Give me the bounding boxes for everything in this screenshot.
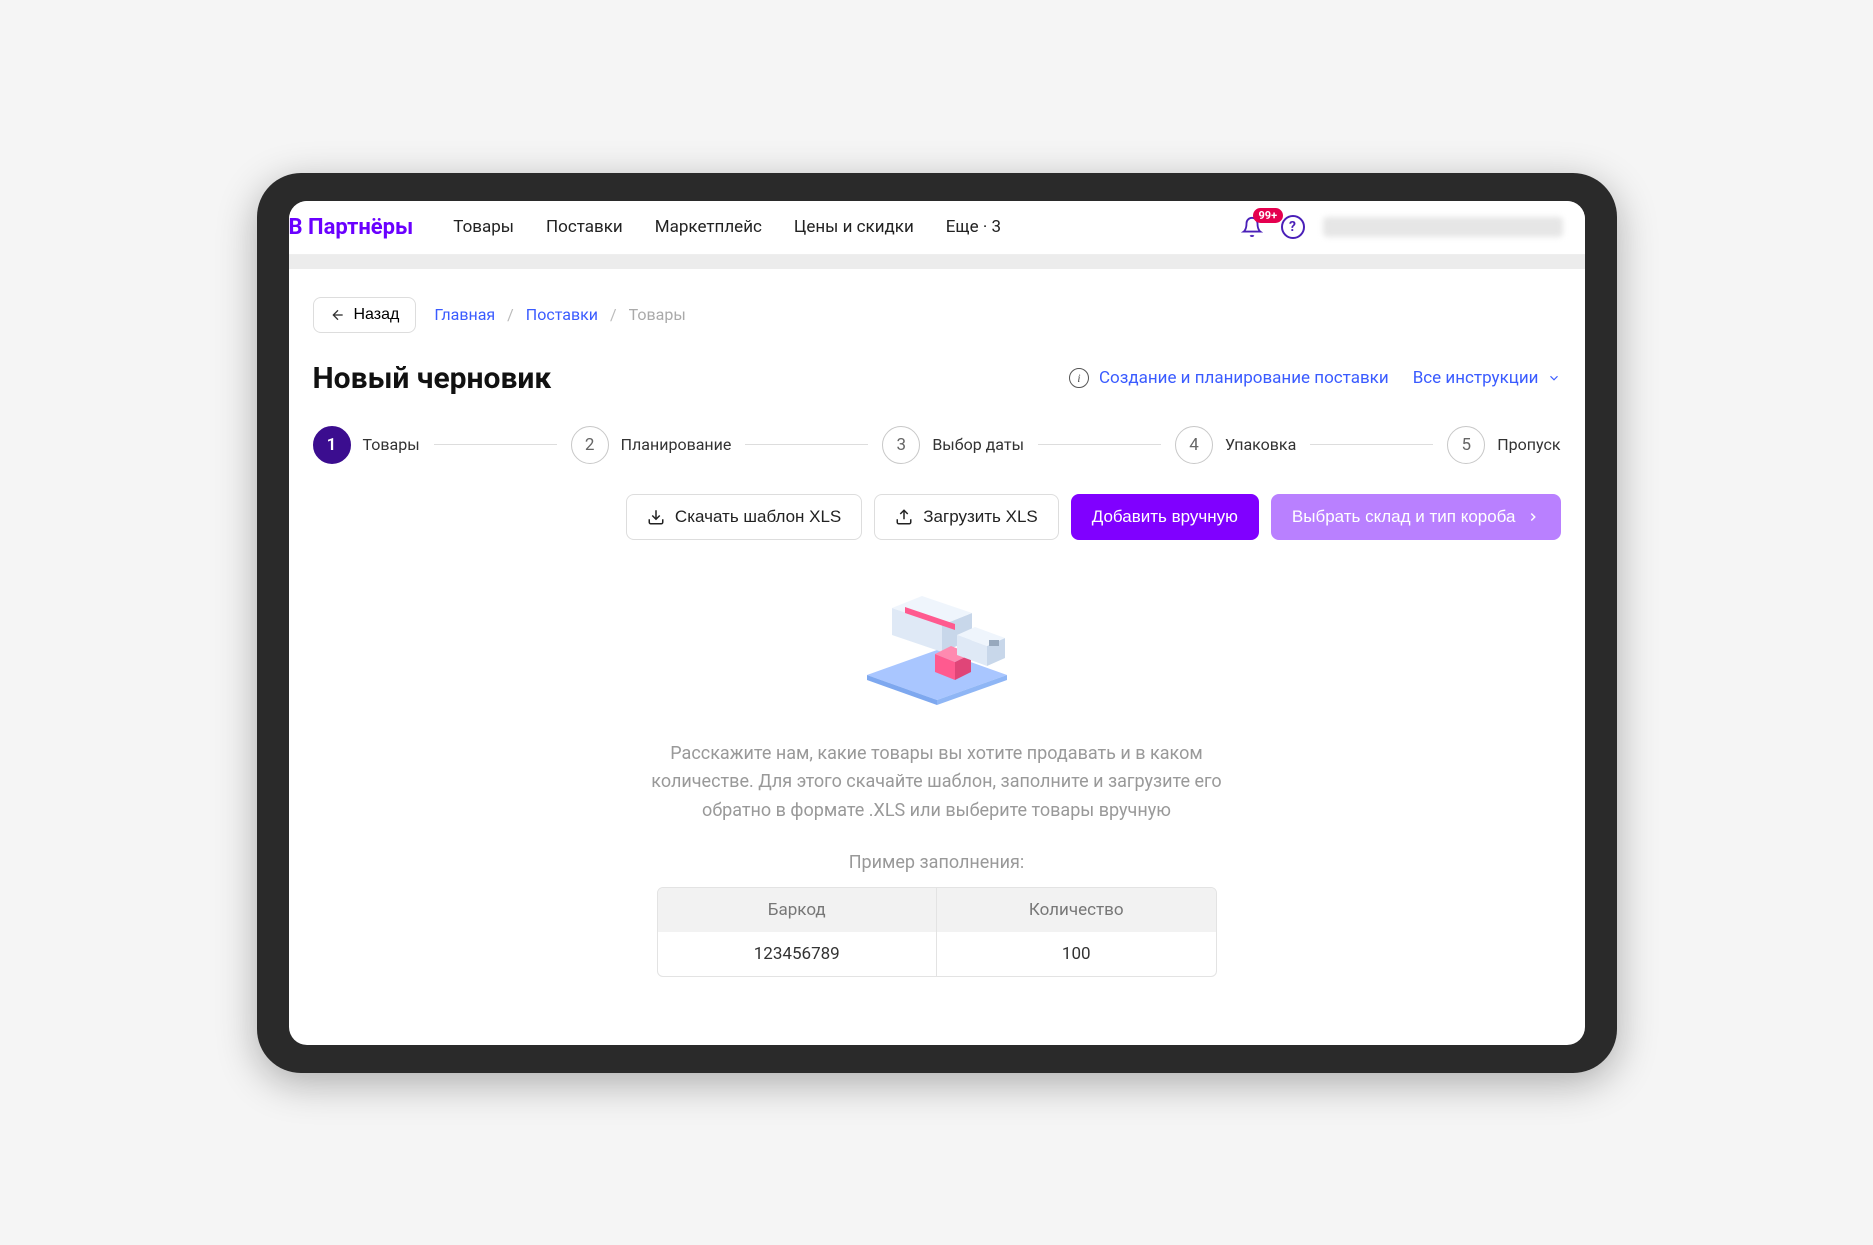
- th-quantity: Количество: [936, 888, 1216, 932]
- nav-item-supplies[interactable]: Поставки: [546, 217, 623, 237]
- back-button[interactable]: Назад: [313, 297, 417, 333]
- help-button[interactable]: ?: [1281, 215, 1305, 239]
- choose-warehouse-label: Выбрать склад и тип короба: [1292, 507, 1516, 527]
- step-connector: [1310, 444, 1433, 445]
- empty-description: Расскажите нам, какие товары вы хотите п…: [627, 740, 1247, 826]
- upload-icon: [895, 508, 913, 526]
- notifications-button[interactable]: 99+: [1241, 216, 1263, 238]
- upload-xls-button[interactable]: Загрузить XLS: [874, 494, 1058, 540]
- th-barcode: Баркод: [658, 888, 937, 932]
- tablet-frame: В Партнёры Товары Поставки Маркетплейс Ц…: [257, 173, 1617, 1073]
- page-title: Новый черновик: [313, 361, 552, 396]
- choose-warehouse-button[interactable]: Выбрать склад и тип короба: [1271, 494, 1561, 540]
- crumb-current: Товары: [629, 305, 686, 324]
- chevron-down-icon: [1547, 371, 1561, 385]
- step-label: Выбор даты: [932, 435, 1024, 454]
- action-row: Скачать шаблон XLS Загрузить XLS Добавит…: [313, 494, 1561, 540]
- table-row: 123456789 100: [658, 932, 1216, 976]
- download-template-label: Скачать шаблон XLS: [675, 507, 841, 527]
- screen: В Партнёры Товары Поставки Маркетплейс Ц…: [289, 201, 1585, 1045]
- title-row: Новый черновик i Создание и планирование…: [313, 361, 1561, 396]
- step-2[interactable]: 2 Планирование: [571, 426, 732, 464]
- crumb-home[interactable]: Главная: [434, 305, 495, 324]
- td-quantity: 100: [936, 932, 1216, 976]
- step-5[interactable]: 5 Пропуск: [1447, 426, 1560, 464]
- info-link: Создание и планирование поставки: [1099, 368, 1389, 388]
- all-instructions-label: Все инструкции: [1413, 368, 1539, 388]
- step-circle: 4: [1175, 426, 1213, 464]
- user-menu[interactable]: [1323, 217, 1563, 237]
- topbar-right: 99+ ?: [1241, 215, 1563, 239]
- add-manual-label: Добавить вручную: [1092, 507, 1238, 527]
- step-3[interactable]: 3 Выбор даты: [882, 426, 1024, 464]
- add-manual-button[interactable]: Добавить вручную: [1071, 494, 1259, 540]
- step-label: Упаковка: [1225, 435, 1296, 454]
- step-circle: 2: [571, 426, 609, 464]
- step-circle: 3: [882, 426, 920, 464]
- breadcrumb: Главная / Поставки / Товары: [434, 305, 685, 324]
- step-label: Товары: [363, 435, 420, 454]
- nav-item-goods[interactable]: Товары: [453, 217, 514, 237]
- table-header-row: Баркод Количество: [658, 888, 1216, 932]
- all-instructions-link[interactable]: Все инструкции: [1413, 368, 1561, 388]
- upload-xls-label: Загрузить XLS: [923, 507, 1037, 527]
- crumb-supplies[interactable]: Поставки: [526, 305, 598, 324]
- step-4[interactable]: 4 Упаковка: [1175, 426, 1296, 464]
- stepper: 1 Товары 2 Планирование 3 Выбор даты 4 У…: [313, 426, 1561, 464]
- example-label: Пример заполнения:: [849, 852, 1025, 873]
- divider-strip: [289, 255, 1585, 269]
- content: Назад Главная / Поставки / Товары Новый …: [289, 269, 1585, 1045]
- chevron-right-icon: [1526, 510, 1540, 524]
- nav-item-prices[interactable]: Цены и скидки: [794, 217, 914, 237]
- step-connector: [745, 444, 868, 445]
- back-label: Назад: [354, 306, 400, 324]
- info-link-row[interactable]: i Создание и планирование поставки: [1069, 368, 1389, 388]
- example-table: Баркод Количество 123456789 100: [657, 887, 1217, 977]
- topbar: В Партнёры Товары Поставки Маркетплейс Ц…: [289, 201, 1585, 255]
- crumb-sep: /: [507, 305, 514, 324]
- title-actions: i Создание и планирование поставки Все и…: [1069, 368, 1561, 388]
- info-icon: i: [1069, 368, 1089, 388]
- crumb-sep: /: [610, 305, 617, 324]
- step-label: Пропуск: [1497, 435, 1560, 454]
- notification-badge: 99+: [1253, 208, 1284, 223]
- topline: Назад Главная / Поставки / Товары: [313, 297, 1561, 333]
- top-nav: Товары Поставки Маркетплейс Цены и скидк…: [453, 217, 1240, 237]
- nav-item-marketplace[interactable]: Маркетплейс: [655, 217, 762, 237]
- td-barcode: 123456789: [658, 932, 937, 976]
- download-icon: [647, 508, 665, 526]
- step-label: Планирование: [621, 435, 732, 454]
- brand-logo[interactable]: В Партнёры: [289, 215, 414, 240]
- step-connector: [1038, 444, 1161, 445]
- arrow-left-icon: [330, 307, 346, 323]
- download-template-button[interactable]: Скачать шаблон XLS: [626, 494, 862, 540]
- boxes-illustration: [847, 580, 1027, 710]
- nav-item-more[interactable]: Еще · 3: [946, 217, 1001, 237]
- empty-state: Расскажите нам, какие товары вы хотите п…: [313, 570, 1561, 977]
- step-1[interactable]: 1 Товары: [313, 426, 420, 464]
- step-connector: [434, 444, 557, 445]
- step-circle: 5: [1447, 426, 1485, 464]
- step-circle: 1: [313, 426, 351, 464]
